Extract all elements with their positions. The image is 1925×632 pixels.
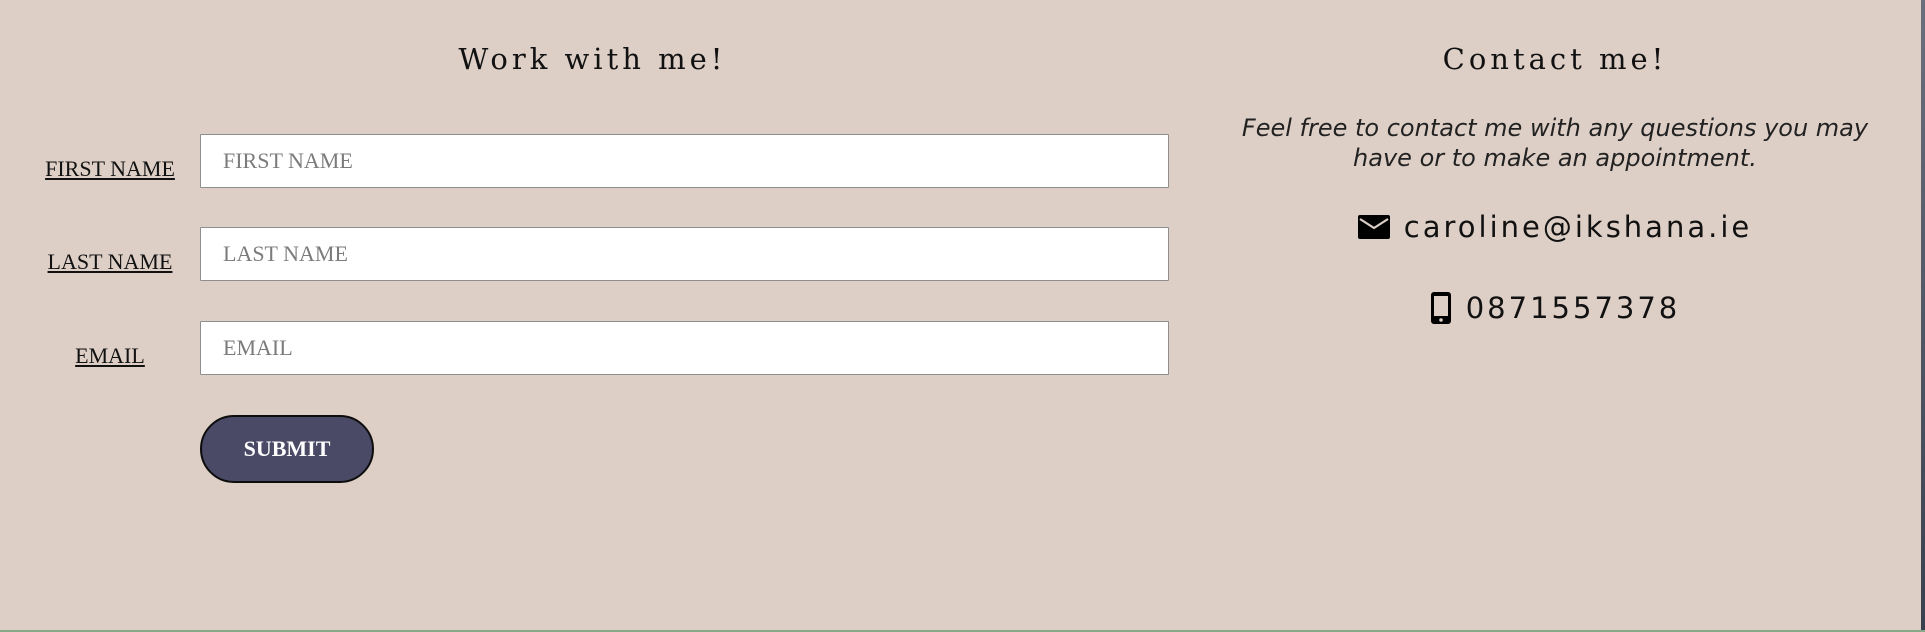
window-edge <box>1921 0 1925 632</box>
page: Work with me! FIRST NAME LAST NAME EMAIL… <box>0 0 1925 632</box>
contact-email-line[interactable]: caroline@ikshana.ie <box>1215 210 1895 244</box>
email-input[interactable] <box>200 321 1169 375</box>
contact-email[interactable]: caroline@ikshana.ie <box>1404 210 1752 244</box>
work-title: Work with me! <box>458 42 727 76</box>
contact-description: Feel free to contact me with any questio… <box>1241 114 1869 172</box>
first-name-input[interactable] <box>200 134 1169 188</box>
email-row: EMAIL <box>0 321 1185 375</box>
last-name-input[interactable] <box>200 227 1169 281</box>
mobile-phone-icon <box>1430 292 1452 324</box>
last-name-row: LAST NAME <box>0 227 1185 281</box>
contact-title: Contact me! <box>1442 42 1668 76</box>
envelope-icon <box>1357 215 1390 239</box>
email-label: EMAIL <box>75 343 145 368</box>
first-name-label: FIRST NAME <box>45 156 175 181</box>
submit-button[interactable]: SUBMIT <box>200 415 374 483</box>
contact-phone-line[interactable]: 0871557378 <box>1215 291 1895 325</box>
contact-phone[interactable]: 0871557378 <box>1466 291 1681 325</box>
first-name-row: FIRST NAME <box>0 134 1185 188</box>
last-name-label: LAST NAME <box>47 249 173 274</box>
